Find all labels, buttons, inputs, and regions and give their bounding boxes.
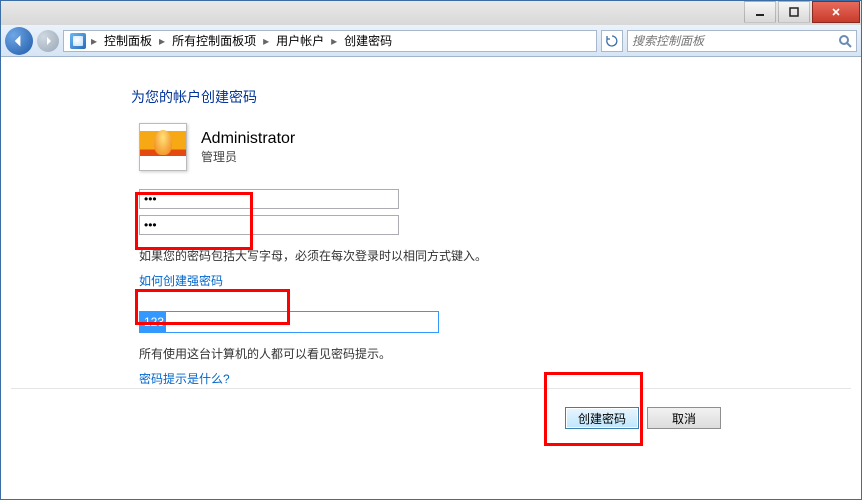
- breadcrumb-item[interactable]: 用户帐户: [272, 32, 328, 49]
- minimize-button[interactable]: [744, 1, 776, 23]
- hint-visibility-note: 所有使用这台计算机的人都可以看见密码提示。: [139, 345, 731, 362]
- control-panel-window: ▸ 控制面板 ▸ 所有控制面板项 ▸ 用户帐户 ▸ 创建密码 为您的帐户创建密码…: [0, 0, 862, 500]
- close-button[interactable]: [812, 1, 860, 23]
- search-box[interactable]: [627, 30, 857, 52]
- strong-password-link[interactable]: 如何创建强密码: [139, 272, 731, 289]
- chevron-right-icon: ▸: [158, 34, 166, 48]
- content-area: 为您的帐户创建密码 Administrator 管理员 如果您的密码包括大写字母…: [1, 57, 861, 387]
- what-is-hint-link[interactable]: 密码提示是什么?: [139, 370, 731, 387]
- forward-button[interactable]: [37, 30, 59, 52]
- chevron-right-icon: ▸: [330, 34, 338, 48]
- system-icon[interactable]: [68, 33, 88, 49]
- breadcrumb-item[interactable]: 控制面板: [100, 32, 156, 49]
- breadcrumb[interactable]: ▸ 控制面板 ▸ 所有控制面板项 ▸ 用户帐户 ▸ 创建密码: [63, 30, 597, 52]
- page-title: 为您的帐户创建密码: [131, 87, 731, 107]
- user-name: Administrator: [201, 130, 295, 148]
- chevron-right-icon: ▸: [262, 34, 270, 48]
- back-button[interactable]: [5, 27, 33, 55]
- caps-note: 如果您的密码包括大写字母，必须在每次登录时以相同方式键入。: [139, 247, 731, 264]
- titlebar: [1, 1, 861, 25]
- search-input[interactable]: [632, 34, 852, 48]
- chevron-right-icon: ▸: [90, 34, 98, 48]
- cancel-button[interactable]: 取消: [647, 407, 721, 429]
- maximize-button[interactable]: [778, 1, 810, 23]
- password-hint-input[interactable]: [139, 311, 439, 333]
- refresh-button[interactable]: [601, 30, 623, 52]
- confirm-password-input[interactable]: [139, 215, 399, 235]
- avatar: [139, 123, 187, 171]
- new-password-input[interactable]: [139, 189, 399, 209]
- user-info: Administrator 管理员: [131, 123, 731, 171]
- toolbar: ▸ 控制面板 ▸ 所有控制面板项 ▸ 用户帐户 ▸ 创建密码: [1, 25, 861, 57]
- create-password-button[interactable]: 创建密码: [565, 407, 639, 429]
- button-row: 创建密码 取消: [565, 407, 721, 429]
- breadcrumb-item[interactable]: 创建密码: [340, 32, 396, 49]
- user-role: 管理员: [201, 148, 295, 165]
- breadcrumb-item[interactable]: 所有控制面板项: [168, 32, 260, 49]
- search-icon: [838, 34, 852, 51]
- separator: [11, 388, 851, 389]
